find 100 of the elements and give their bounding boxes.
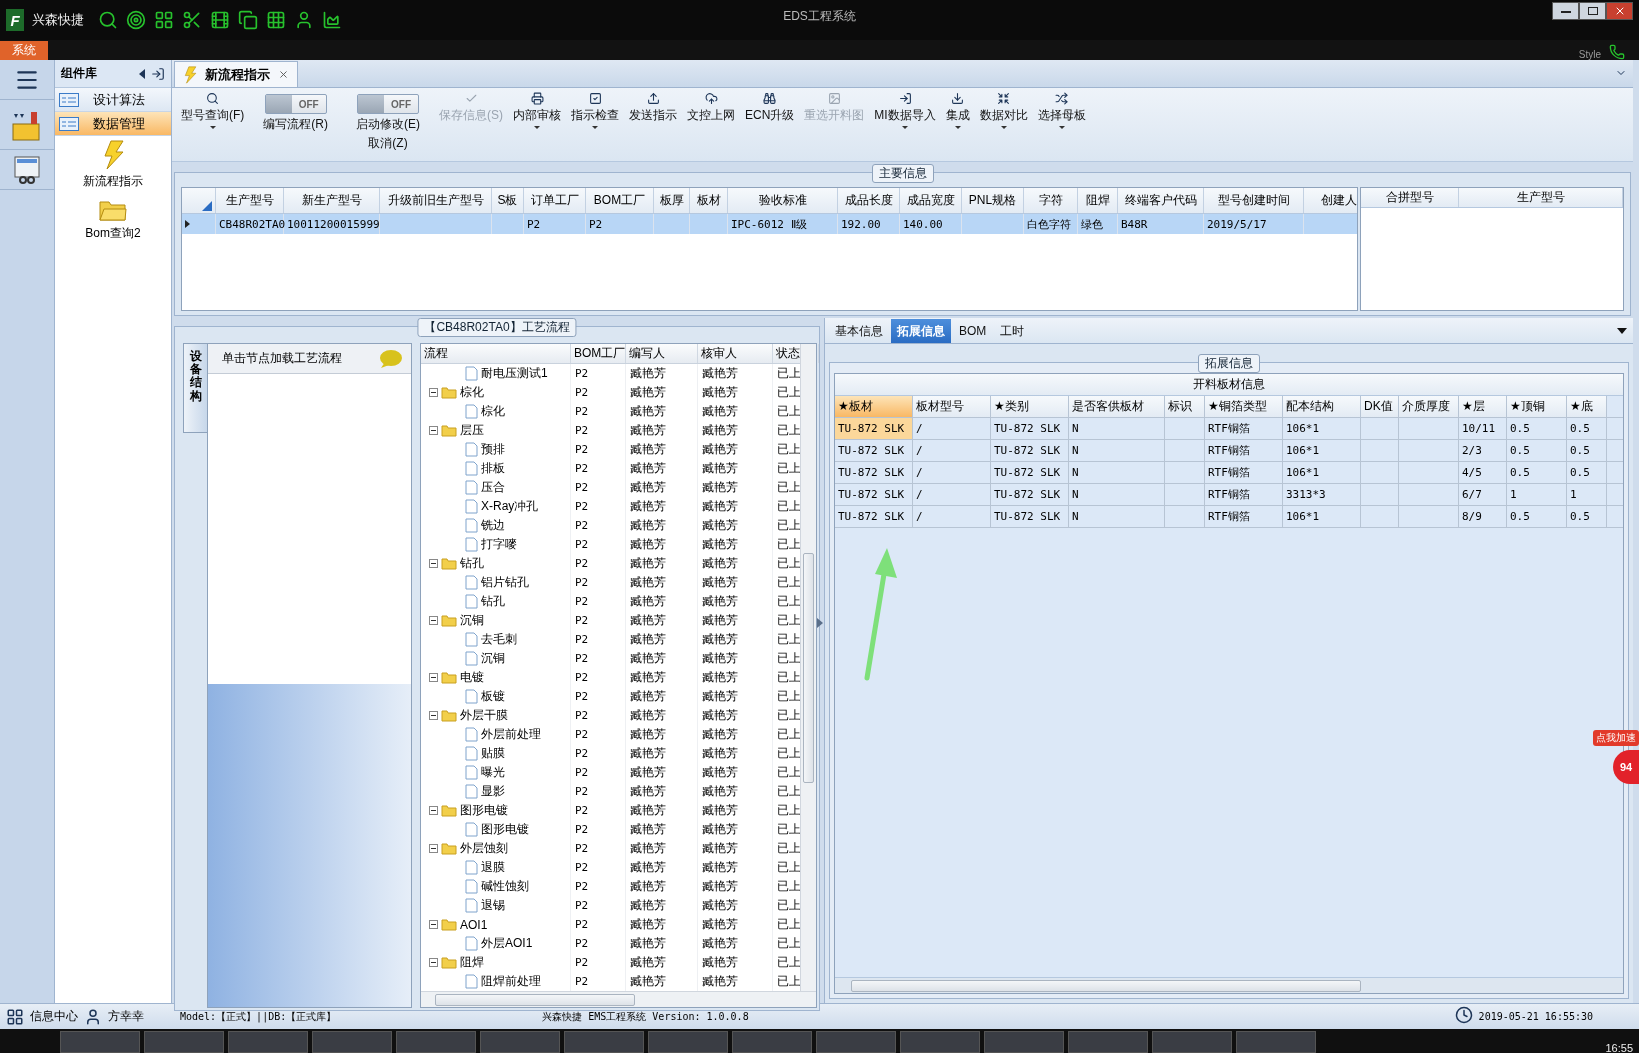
tree-node-label[interactable]: 铣边 <box>481 517 505 534</box>
taskbar-item[interactable] <box>1152 1031 1232 1053</box>
taskbar-item[interactable] <box>144 1031 224 1053</box>
column-header[interactable]: 成品宽度 <box>900 188 962 213</box>
speed-up-badge[interactable]: 点我加速 <box>1593 730 1639 746</box>
tree-node-label[interactable]: X-Ray冲孔 <box>481 498 539 515</box>
taskbar-item[interactable] <box>732 1031 812 1053</box>
tree-node-label[interactable]: 压合 <box>481 479 505 496</box>
toggle-switch[interactable]: OFF <box>264 94 327 114</box>
tree-node-label[interactable]: 钻孔 <box>460 555 484 572</box>
column-header[interactable]: 板材型号 <box>913 396 991 417</box>
column-header[interactable]: 编写人 <box>626 344 698 363</box>
toggle-switch[interactable]: OFF <box>357 94 419 114</box>
column-header[interactable]: ★层 <box>1459 396 1507 417</box>
column-header[interactable]: 字符 <box>1024 188 1078 213</box>
column-header[interactable]: 新生产型号 <box>284 188 380 213</box>
taskbar-item[interactable] <box>60 1031 140 1053</box>
close-icon[interactable] <box>278 69 289 80</box>
tree-node-label[interactable]: 棕化 <box>460 384 484 401</box>
column-header[interactable]: 订单工厂 <box>524 188 586 213</box>
tree-node-label[interactable]: 板镀 <box>481 688 505 705</box>
tree-node-label[interactable]: 图形电镀 <box>481 821 529 838</box>
toolbar-button[interactable]: 文控上网 <box>682 90 740 132</box>
tree-node-label[interactable]: 排板 <box>481 460 505 477</box>
tab[interactable]: 工时 <box>994 319 1031 343</box>
dropdown-icon[interactable] <box>1617 328 1627 334</box>
taskbar-item[interactable] <box>564 1031 644 1053</box>
vertical-scrollbar[interactable] <box>800 344 816 991</box>
toolbar-button[interactable]: ECN升级 <box>740 90 800 132</box>
tree-node-label[interactable]: 贴膜 <box>481 745 505 762</box>
tree-node-label[interactable]: AOI1 <box>460 917 488 932</box>
tab[interactable]: 基本信息 <box>829 319 889 343</box>
column-header[interactable]: 升级前旧生产型号 <box>380 188 492 213</box>
tree-node-label[interactable]: 阻焊 <box>460 954 484 971</box>
collapse-icon[interactable] <box>429 388 438 397</box>
tree-node-label[interactable]: 打字嘜 <box>481 536 517 553</box>
taskbar-item[interactable] <box>480 1031 560 1053</box>
component-label[interactable]: Bom查询2 <box>85 225 141 242</box>
column-header[interactable]: 阻焊 <box>1078 188 1118 213</box>
column-header[interactable]: 成品长度 <box>838 188 900 213</box>
horizontal-scrollbar[interactable] <box>421 991 816 1007</box>
tree-node-label[interactable]: 图形电镀 <box>460 802 508 819</box>
column-header[interactable]: 生产型号 <box>216 188 284 213</box>
column-header[interactable]: 核审人 <box>698 344 773 363</box>
tree-node-label[interactable]: 预排 <box>481 441 505 458</box>
category-item[interactable]: 设计算法 <box>55 88 171 112</box>
taskbar-item[interactable] <box>228 1031 308 1053</box>
column-header[interactable]: S板 <box>492 188 524 213</box>
column-header[interactable]: PNL规格 <box>962 188 1024 213</box>
tree-node-label[interactable]: 外层AOI1 <box>481 935 533 952</box>
component-label[interactable]: 新流程指示 <box>83 173 143 190</box>
collapse-icon[interactable] <box>429 673 438 682</box>
toolbar-button[interactable]: MI数据导入 <box>869 90 941 132</box>
taskbar-item[interactable] <box>312 1031 392 1053</box>
caret-left-icon[interactable] <box>139 68 145 79</box>
style-label[interactable]: Style <box>1578 49 1601 60</box>
column-header[interactable]: 合拼型号 <box>1361 188 1459 207</box>
collapse-icon[interactable] <box>429 958 438 967</box>
collapse-icon[interactable] <box>429 806 438 815</box>
column-header[interactable]: BOM工厂 <box>586 188 654 213</box>
tree-node-label[interactable]: 电镀 <box>460 669 484 686</box>
toolbar-button[interactable]: 型号查询(F) <box>176 90 250 132</box>
collapse-icon[interactable] <box>429 616 438 625</box>
toolbar-button[interactable]: 集成 <box>940 90 975 132</box>
horizontal-scrollbar[interactable] <box>835 977 1623 993</box>
column-header[interactable]: 介质厚度 <box>1399 396 1459 417</box>
taskbar-item[interactable] <box>816 1031 896 1053</box>
taskbar-item[interactable] <box>900 1031 980 1053</box>
column-header[interactable]: ★板材 <box>835 396 913 417</box>
menu-tab[interactable]: 系统 <box>0 41 48 60</box>
tab[interactable]: BOM <box>953 319 993 343</box>
column-header[interactable]: 终端客户代码 <box>1118 188 1204 213</box>
toolbar-button[interactable]: 指示检查 <box>566 90 624 132</box>
taskbar-item[interactable] <box>396 1031 476 1053</box>
column-header[interactable]: ★类别 <box>991 396 1069 417</box>
folder-icon[interactable] <box>99 198 127 222</box>
column-header[interactable]: ★底 <box>1567 396 1607 417</box>
collapse-icon[interactable] <box>429 920 438 929</box>
cancel-button[interactable]: 取消(Z) <box>368 135 408 152</box>
toolbar-button[interactable]: 选择母板 <box>1032 90 1091 132</box>
tree-node-label[interactable]: 沉铜 <box>460 612 484 629</box>
taskbar-item[interactable] <box>984 1031 1064 1053</box>
info-center-link[interactable]: 信息中心 <box>30 1008 78 1025</box>
tree-node-label[interactable]: 阻焊前处理 <box>481 973 541 990</box>
table-row[interactable]: CB48R02TA0 10011200015999 P2 P2 IPC-6012 Ⅱ级 192.00 140.00 白色字符 绿色 B48R 2019/5/17 <box>182 214 1357 234</box>
maximize-button[interactable] <box>1579 2 1606 20</box>
toolbar-button[interactable]: 数据对比 <box>974 90 1033 132</box>
tree-node-label[interactable]: 外层前处理 <box>481 726 541 743</box>
side-tab[interactable]: 设备结构 <box>183 343 207 433</box>
tree-node-label[interactable]: 显影 <box>481 783 505 800</box>
tree-node-label[interactable]: 外层干膜 <box>460 707 508 724</box>
tree-node-label[interactable]: 外层蚀刻 <box>460 840 508 857</box>
tree-node-label[interactable]: 铝片钻孔 <box>481 574 529 591</box>
tree-node-label[interactable]: 碱性蚀刻 <box>481 878 529 895</box>
column-header[interactable]: BOM工厂 <box>571 344 626 363</box>
tab[interactable]: 拓展信息 <box>891 319 951 343</box>
collapse-icon[interactable] <box>429 711 438 720</box>
column-header[interactable]: 板材 <box>690 188 728 213</box>
column-header[interactable]: 配本结构 <box>1283 396 1361 417</box>
column-header[interactable]: ★铜箔类型 <box>1205 396 1283 417</box>
